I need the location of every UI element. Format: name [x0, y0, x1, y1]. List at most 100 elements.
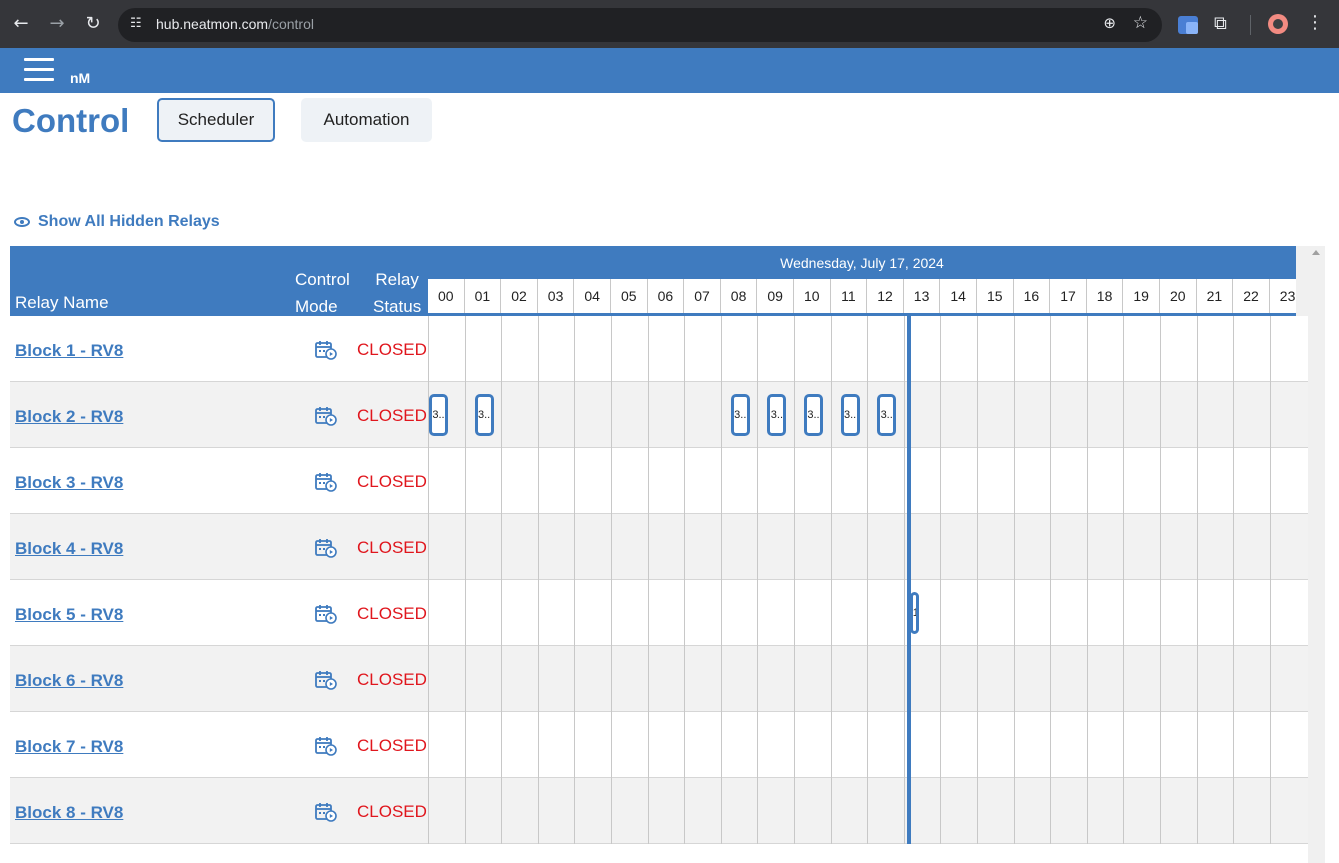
- reload-icon[interactable]: ↻: [79, 10, 107, 38]
- address-bar[interactable]: ☷ hub.neatmon.com/control ⊕ ☆: [118, 8, 1162, 42]
- schedule-grid-row[interactable]: [428, 316, 1296, 382]
- hamburger-menu-icon[interactable]: [24, 58, 54, 82]
- relay-name-link[interactable]: Block 1 - RV8: [15, 341, 123, 361]
- hour-gridline: [903, 448, 905, 514]
- relay-status: CLOSED: [357, 736, 427, 755]
- relay-status: CLOSED: [357, 340, 427, 359]
- hour-label: 06: [648, 279, 685, 313]
- extensions-puzzle-icon[interactable]: ⧉: [1214, 13, 1227, 34]
- hour-gridline: [977, 778, 978, 844]
- hour-label: 20: [1160, 279, 1197, 313]
- brand-logo[interactable]: nM: [70, 70, 90, 86]
- hour-gridline: [1196, 514, 1198, 580]
- relay-name-link[interactable]: Block 6 - RV8: [15, 671, 123, 691]
- tab-scheduler[interactable]: Scheduler: [157, 98, 275, 142]
- hour-gridline: [574, 778, 576, 844]
- schedule-event[interactable]: 3..: [877, 394, 897, 436]
- schedule-grid-row[interactable]: [428, 646, 1296, 712]
- show-hidden-relays-link[interactable]: Show All Hidden Relays: [14, 213, 220, 231]
- hour-gridline: [794, 778, 795, 844]
- relay-name-link[interactable]: Block 2 - RV8: [15, 407, 123, 427]
- profile-avatar-icon[interactable]: [1268, 14, 1288, 34]
- schedule-event[interactable]: 1: [909, 592, 919, 634]
- header-control-mode[interactable]: Control Mode: [295, 266, 350, 320]
- hour-gridline: [1086, 778, 1088, 844]
- relay-name-link[interactable]: Block 8 - RV8: [15, 803, 123, 823]
- hour-gridline: [720, 646, 722, 712]
- table-row: Block 3 - RV8 CLOSED: [10, 448, 1308, 514]
- header-relay-name[interactable]: Relay Name: [15, 293, 109, 313]
- hour-gridline: [1013, 448, 1015, 514]
- hour-gridline: [830, 778, 832, 844]
- hour-gridline: [757, 448, 759, 514]
- hour-gridline: [647, 316, 649, 382]
- relay-name-link[interactable]: Block 5 - RV8: [15, 605, 123, 625]
- schedule-event[interactable]: 3..: [767, 394, 787, 436]
- hour-gridline: [464, 316, 466, 382]
- schedule-mode-icon[interactable]: [315, 670, 337, 690]
- schedule-grid-row[interactable]: [428, 514, 1296, 580]
- hour-gridline: [1123, 712, 1125, 778]
- schedule-mode-icon[interactable]: [315, 406, 337, 426]
- hour-gridline: [1233, 316, 1235, 382]
- schedule-event[interactable]: 3..: [840, 394, 860, 436]
- header-relay-status[interactable]: Relay Status: [373, 266, 421, 320]
- schedule-mode-icon[interactable]: [315, 340, 337, 360]
- schedule-event[interactable]: 3..: [730, 394, 750, 436]
- hour-gridline: [611, 646, 612, 712]
- schedule-mode-icon[interactable]: [315, 538, 337, 558]
- forward-arrow-icon[interactable]: →: [43, 10, 71, 38]
- schedule-mode-icon[interactable]: [315, 802, 337, 822]
- bookmark-star-icon[interactable]: ☆: [1133, 13, 1148, 33]
- hour-gridline: [1013, 514, 1015, 580]
- hour-gridline: [464, 448, 466, 514]
- tab-automation[interactable]: Automation: [301, 98, 432, 142]
- schedule-mode-icon[interactable]: [315, 736, 337, 756]
- browser-toolbar: ← → ↻ ☷ hub.neatmon.com/control ⊕ ☆ ⧉ ⋮: [0, 0, 1339, 48]
- back-arrow-icon[interactable]: ←: [7, 10, 35, 38]
- relay-name-link[interactable]: Block 7 - RV8: [15, 737, 123, 757]
- relay-status: CLOSED: [357, 670, 427, 689]
- vertical-scrollbar[interactable]: [1308, 246, 1325, 863]
- schedule-event[interactable]: 3..: [429, 394, 448, 436]
- relay-name-link[interactable]: Block 4 - RV8: [15, 539, 123, 559]
- table-row: Block 7 - RV8 CLOSED: [10, 712, 1308, 778]
- hour-gridline: [1050, 514, 1052, 580]
- schedule-grid-row[interactable]: 3.. 3.. 3.. 3.. 3.. 3.. 3..: [428, 382, 1296, 448]
- hour-gridline: [501, 778, 503, 844]
- hour-gridline: [1160, 712, 1161, 778]
- menu-kebab-icon[interactable]: ⋮: [1306, 12, 1324, 33]
- translate-extension-icon[interactable]: [1178, 16, 1198, 34]
- hour-gridline: [940, 382, 942, 448]
- hour-gridline: [574, 646, 576, 712]
- schedule-event[interactable]: 3..: [804, 394, 823, 436]
- relay-status: CLOSED: [357, 802, 427, 821]
- schedule-grid-row[interactable]: [428, 712, 1296, 778]
- relay-status: CLOSED: [357, 604, 427, 623]
- hour-gridline: [1160, 778, 1161, 844]
- hour-gridline: [464, 514, 466, 580]
- hour-gridline: [1233, 448, 1235, 514]
- table-row: Block 6 - RV8 CLOSED: [10, 646, 1308, 712]
- schedule-grid-row[interactable]: 1: [428, 580, 1296, 646]
- hour-gridline: [1160, 382, 1161, 448]
- url-text[interactable]: hub.neatmon.com/control: [156, 16, 314, 32]
- hour-gridline: [830, 382, 832, 448]
- relay-name-link[interactable]: Block 3 - RV8: [15, 473, 123, 493]
- hour-gridline: [1160, 646, 1161, 712]
- hour-gridline: [757, 712, 759, 778]
- zoom-icon[interactable]: ⊕: [1103, 14, 1116, 32]
- schedule-mode-icon[interactable]: [315, 472, 337, 492]
- hour-gridline: [867, 646, 869, 712]
- schedule-grid-row[interactable]: [428, 778, 1296, 844]
- hour-gridline: [684, 712, 686, 778]
- schedule-grid-row[interactable]: [428, 448, 1296, 514]
- site-settings-icon[interactable]: ☷: [130, 16, 148, 34]
- scroll-up-arrow-icon[interactable]: [1312, 250, 1320, 255]
- hour-gridline: [1269, 514, 1271, 580]
- hour-gridline: [1233, 514, 1235, 580]
- current-time-indicator: [907, 316, 911, 844]
- schedule-mode-icon[interactable]: [315, 604, 337, 624]
- hour-label: 22: [1233, 279, 1270, 313]
- schedule-event[interactable]: 3..: [474, 394, 494, 436]
